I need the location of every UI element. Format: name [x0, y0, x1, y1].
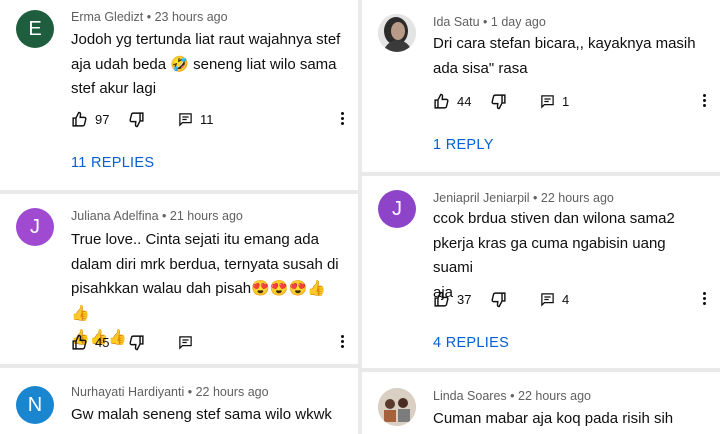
comment-meta: Linda Soares • 22 hours ago [433, 389, 591, 403]
avatar[interactable] [378, 14, 416, 52]
comment-time[interactable]: 23 hours ago [155, 10, 228, 24]
comment-actions: 44 1 [433, 90, 720, 112]
left-comments-column: E Erma Gledizt • 23 hours ago Jodoh yg t… [0, 0, 358, 434]
avatar[interactable]: E [16, 10, 54, 48]
comment-line: Gw malah seneng stef sama wilo wkwk [71, 406, 332, 423]
comments-screenshot: E Erma Gledizt • 23 hours ago Jodoh yg t… [0, 0, 720, 434]
comment-line: dalam diri mrk berdua, ternyata susah di [71, 255, 339, 273]
reply-button[interactable]: 4 [540, 288, 569, 310]
comment-line: True love.. Cinta sejati itu emang ada [71, 231, 319, 248]
reply-button[interactable] [178, 331, 193, 353]
comment-icon [179, 112, 192, 127]
comment-author[interactable]: Nurhayati Hardiyanti [71, 385, 184, 399]
comment-time[interactable]: 22 hours ago [541, 191, 614, 205]
comment-line: Dri cara stefan bicara,, kayaknya masih [433, 35, 696, 52]
comment-time[interactable]: 22 hours ago [518, 389, 591, 403]
comment-text: Jodoh yg tertunda liat raut wajahnya ste… [71, 28, 344, 102]
more-options-button[interactable] [702, 92, 706, 110]
reply-button[interactable]: 11 [178, 108, 214, 130]
comment-author[interactable]: Juliana Adelfina [71, 209, 159, 223]
comment-author[interactable]: Jeniapril Jeniarpil [433, 191, 530, 205]
thumbs-down-icon [129, 111, 144, 127]
comment-meta: Juliana Adelfina • 21 hours ago [71, 209, 243, 223]
comment-meta: Jeniapril Jeniarpil • 22 hours ago [433, 191, 614, 205]
user-photo-icon [378, 388, 416, 426]
like-count: 44 [457, 93, 472, 109]
comment-item: E Erma Gledizt • 23 hours ago Jodoh yg t… [0, 0, 358, 190]
avatar[interactable]: N [16, 386, 54, 424]
comment-line: ada sisa" rasa [433, 59, 528, 77]
like-count: 45 [95, 334, 110, 350]
avatar-letter: E [28, 17, 42, 40]
comment-item: Linda Soares • 22 hours ago Cuman mabar … [362, 372, 720, 434]
comment-text: Dri cara stefan bicara,, kayaknya masih … [433, 32, 706, 81]
reply-count: 1 [562, 93, 570, 109]
thumbs-up-icon [434, 291, 449, 307]
avatar[interactable]: J [378, 190, 416, 228]
dislike-button[interactable] [128, 331, 145, 353]
thumbs-up-icon [72, 334, 87, 350]
reply-button[interactable]: 1 [540, 90, 569, 112]
avatar-letter: N [27, 393, 43, 416]
dislike-button[interactable] [128, 108, 145, 130]
comment-time[interactable]: 1 day ago [491, 15, 546, 29]
dislike-button[interactable] [490, 90, 507, 112]
comment-line: pisahkkan walau dah pisah😍😍😍👍👍 [71, 280, 326, 322]
user-photo-icon [378, 14, 416, 52]
comment-line: Cuman mabar aja koq pada risih sih [433, 410, 674, 427]
view-replies-link[interactable]: 1 REPLY [433, 137, 494, 153]
comment-text: Gw malah seneng stef sama wilo wkwk [71, 403, 344, 428]
comment-icon [541, 292, 554, 307]
avatar-letter: J [392, 197, 402, 220]
comment-icon [541, 94, 554, 109]
like-button[interactable]: 97 [71, 108, 109, 130]
thumbs-up-icon [434, 93, 449, 109]
comment-author[interactable]: Erma Gledizt [71, 10, 143, 24]
comment-line: ccok brdua stiven dan wilona sama2 [433, 210, 675, 227]
like-count: 97 [95, 111, 110, 127]
more-options-button[interactable] [340, 333, 344, 351]
comment-icon [179, 335, 192, 350]
comment-item: J Juliana Adelfina • 21 hours ago True l… [0, 194, 358, 364]
comment-line: Jodoh yg tertunda liat raut wajahnya ste… [71, 31, 341, 48]
like-button[interactable]: 44 [433, 90, 471, 112]
comment-line: stef akur lagi [71, 80, 157, 97]
comment-line: aja udah beda 🤣 seneng liat wilo sama [71, 55, 337, 73]
comment-meta: Erma Gledizt • 23 hours ago [71, 10, 228, 24]
more-options-button[interactable] [340, 110, 344, 128]
reply-count: 11 [200, 111, 214, 127]
avatar[interactable]: J [16, 208, 54, 246]
like-button[interactable]: 45 [71, 331, 109, 353]
reply-count: 4 [562, 291, 570, 307]
comment-time[interactable]: 21 hours ago [170, 209, 243, 223]
like-button[interactable]: 37 [433, 288, 471, 310]
avatar[interactable] [378, 388, 416, 426]
comment-item: J Jeniapril Jeniarpil • 22 hours ago cco… [362, 176, 720, 368]
comment-meta: Ida Satu • 1 day ago [433, 15, 546, 29]
comment-line: pkerja kras ga cuma ngabisin uang suami [433, 234, 666, 277]
view-replies-link[interactable]: 11 REPLIES [71, 155, 154, 171]
thumbs-down-icon [491, 291, 506, 307]
dislike-button[interactable] [490, 288, 507, 310]
comment-actions: 37 4 [433, 288, 720, 310]
comment-text: Cuman mabar aja koq pada risih sih [433, 407, 706, 432]
like-count: 37 [457, 291, 472, 307]
comment-actions: 97 11 [71, 108, 358, 130]
right-comments-column: Ida Satu • 1 day ago Dri cara stefan bic… [362, 0, 720, 434]
view-replies-link[interactable]: 4 REPLIES [433, 335, 509, 351]
comment-time[interactable]: 22 hours ago [196, 385, 269, 399]
more-options-button[interactable] [702, 290, 706, 308]
comment-item: Ida Satu • 1 day ago Dri cara stefan bic… [362, 0, 720, 172]
thumbs-down-icon [129, 334, 144, 350]
thumbs-up-icon [72, 111, 87, 127]
avatar-letter: J [30, 215, 40, 238]
comment-actions: 45 [71, 331, 358, 353]
comment-meta: Nurhayati Hardiyanti • 22 hours ago [71, 385, 269, 399]
thumbs-down-icon [491, 93, 506, 109]
comment-author[interactable]: Ida Satu [433, 15, 480, 29]
comment-item: N Nurhayati Hardiyanti • 22 hours ago Gw… [0, 368, 358, 434]
comment-author[interactable]: Linda Soares [433, 389, 507, 403]
